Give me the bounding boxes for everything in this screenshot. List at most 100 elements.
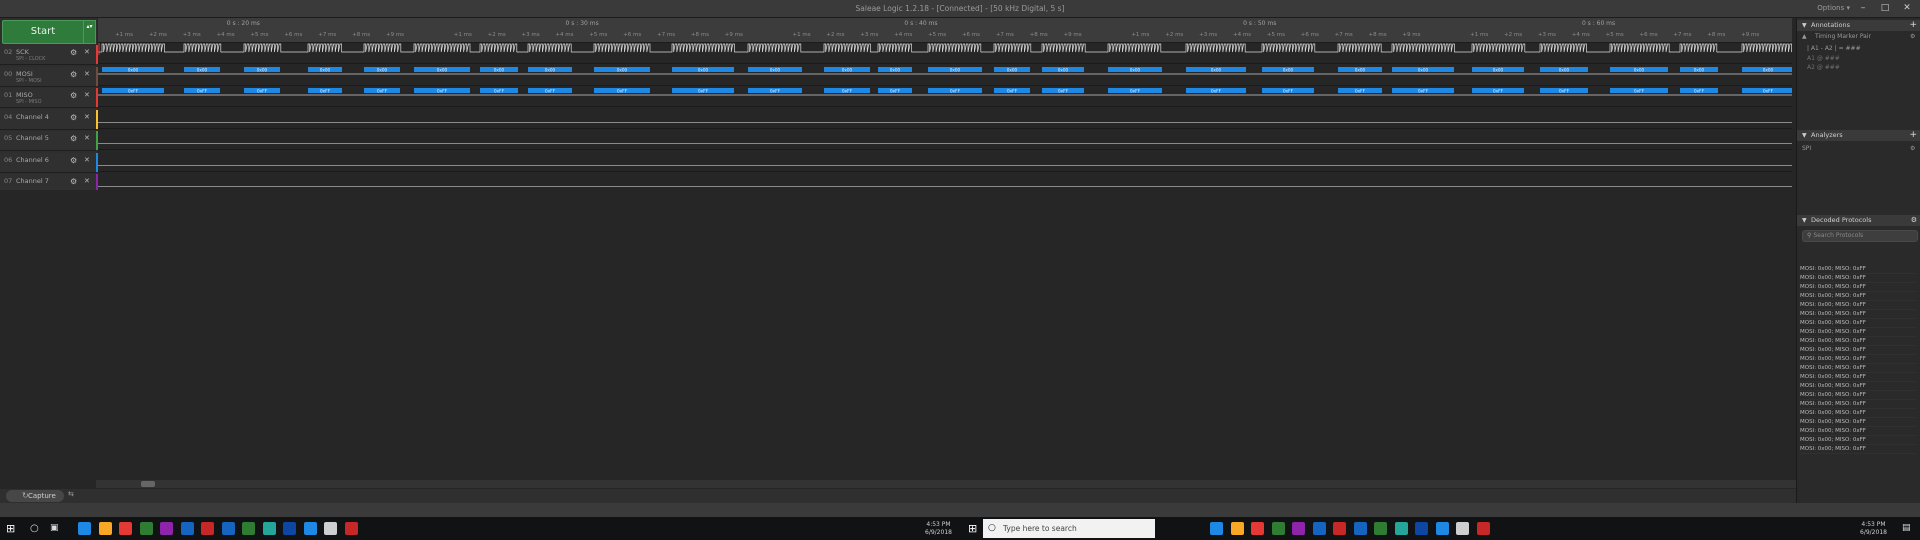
decoded-row[interactable]: MOSI: 0x00; MISO: 0xFF (1800, 418, 1916, 427)
taskbar-app-icon[interactable] (139, 522, 153, 535)
windows-start-icon[interactable]: ⊞ (6, 522, 19, 535)
channel-name[interactable]: Channel 5 (16, 134, 49, 142)
add-annotation-icon[interactable]: + (1909, 20, 1917, 31)
taskbar-app-icon[interactable] (119, 522, 132, 535)
taskbar-app-icon[interactable] (344, 522, 358, 535)
taskbar-app-icon[interactable] (1210, 522, 1223, 535)
decoded-row[interactable]: MOSI: 0x00; MISO: 0xFF (1800, 337, 1916, 346)
taskbar-app-icon[interactable] (262, 522, 276, 535)
decoded-row[interactable]: MOSI: 0x00; MISO: 0xFF (1800, 436, 1916, 445)
taskbar-app-icon[interactable] (98, 522, 112, 535)
decoded-protocols-list[interactable]: MOSI: 0x00; MISO: 0xFF MOSI: 0x00; MISO: … (1800, 265, 1916, 454)
decoded-row[interactable]: MOSI: 0x00; MISO: 0xFF (1800, 274, 1916, 283)
close-icon[interactable]: ✕ (84, 156, 90, 164)
decoded-protocols-header[interactable]: ▼ Decoded Protocols ⚙ (1797, 215, 1920, 226)
search-protocols-input[interactable]: ⚲ Search Protocols (1802, 230, 1918, 242)
taskbar-app-icon[interactable] (160, 522, 173, 535)
channel-row[interactable]: 05 Channel 5 ⚙ ✕ (0, 131, 98, 151)
taskbar-app-icon[interactable] (1271, 522, 1285, 535)
channel-name[interactable]: MISO (16, 91, 33, 99)
add-analyzer-icon[interactable]: + (1909, 130, 1917, 141)
gear-icon[interactable]: ⚙ (70, 48, 77, 57)
decoded-row[interactable]: MOSI: 0x00; MISO: 0xFF (1800, 328, 1916, 337)
horizontal-scrollbar[interactable] (96, 480, 1796, 488)
channel-row[interactable]: 02 SCK SPI - CLOCK ⚙ ✕ (0, 45, 98, 65)
taskbar-app-icon[interactable] (1230, 522, 1244, 535)
taskbar-app-icon[interactable] (1251, 522, 1264, 535)
taskbar-app-icon[interactable] (1435, 522, 1449, 535)
close-icon[interactable]: ✕ (84, 113, 90, 121)
notifications-icon[interactable]: ▤ (1902, 522, 1915, 535)
taskbar-app-icon[interactable] (221, 522, 235, 535)
decoded-row[interactable]: MOSI: 0x00; MISO: 0xFF (1800, 391, 1916, 400)
channel-name[interactable]: Channel 6 (16, 156, 49, 164)
taskbar-app-icon[interactable] (242, 522, 255, 535)
channel-name[interactable]: Channel 4 (16, 113, 49, 121)
decoded-row[interactable]: MOSI: 0x00; MISO: 0xFF (1800, 310, 1916, 319)
minimize-button[interactable]: – (1852, 0, 1874, 17)
waveform-view[interactable]: 0x00 0xFF 0x00 0xFF 0x00 0xFF 0x00 0xFF 0x00 0xFF… (98, 43, 1792, 193)
taskbar-app-icon[interactable] (1476, 522, 1490, 535)
channel-row[interactable]: 04 Channel 4 ⚙ ✕ (0, 109, 98, 130)
analyzer-spi[interactable]: SPI (1802, 145, 1811, 152)
taskbar-app-icon[interactable] (1333, 522, 1346, 535)
close-icon[interactable]: ✕ (84, 70, 90, 78)
close-icon[interactable]: ✕ (84, 177, 90, 185)
decoded-row[interactable]: MOSI: 0x00; MISO: 0xFF (1800, 445, 1916, 454)
taskbar-app-icon[interactable] (1292, 522, 1305, 535)
decoded-row[interactable]: MOSI: 0x00; MISO: 0xFF (1800, 292, 1916, 301)
decoded-row[interactable]: MOSI: 0x00; MISO: 0xFF (1800, 265, 1916, 274)
cortana-icon[interactable]: ○ (30, 522, 43, 535)
gear-icon[interactable]: ⚙ (70, 113, 77, 122)
channel-name[interactable]: Channel 7 (16, 177, 49, 185)
taskbar-app-icon[interactable] (78, 522, 91, 535)
decoded-row[interactable]: MOSI: 0x00; MISO: 0xFF (1800, 346, 1916, 355)
task-view-icon[interactable]: ▣ (50, 522, 63, 535)
taskbar-app-icon[interactable] (1312, 522, 1326, 535)
gear-icon[interactable]: ⚙ (1910, 33, 1915, 40)
start-button[interactable]: Start (2, 20, 84, 44)
new-tab-icon[interactable]: ⇆ (68, 490, 74, 498)
timeline-ruler[interactable]: 0 s : 20 ms +1 ms +2 ms +3 ms +4 ms +5 ms +6 m… (98, 18, 1792, 43)
gear-icon[interactable]: ⚙ (70, 177, 77, 186)
channel-row[interactable]: 01 MISO SPI - MISO ⚙ ✕ (0, 88, 98, 108)
taskbar-app-icon[interactable] (201, 522, 214, 535)
gear-icon[interactable]: ⚙ (70, 134, 77, 143)
gear-icon[interactable]: ⚙ (70, 91, 77, 100)
decoded-row[interactable]: MOSI: 0x00; MISO: 0xFF (1800, 373, 1916, 382)
taskbar-app-icon[interactable] (303, 522, 317, 535)
channel-row[interactable]: 06 Channel 6 ⚙ ✕ (0, 152, 98, 173)
timing-marker-pair[interactable]: Timing Marker Pair (1815, 33, 1871, 40)
decoded-row[interactable]: MOSI: 0x00; MISO: 0xFF (1800, 319, 1916, 328)
decoded-row[interactable]: MOSI: 0x00; MISO: 0xFF (1800, 409, 1916, 418)
gear-icon[interactable]: ⚙ (70, 156, 77, 165)
decoded-row[interactable]: MOSI: 0x00; MISO: 0xFF (1800, 283, 1916, 292)
gear-icon[interactable]: ⚙ (1911, 215, 1917, 226)
start-options-arrow[interactable]: ▴▾ (83, 20, 96, 44)
maximize-button[interactable]: □ (1874, 0, 1896, 17)
taskbar-app-icon[interactable] (324, 522, 337, 535)
taskbar-app-icon[interactable] (180, 522, 194, 535)
taskbar-search-input[interactable]: ○ Type here to search (983, 519, 1155, 538)
scrollbar-thumb[interactable] (141, 481, 155, 487)
channel-row[interactable]: 00 MOSI SPI - MOSI ⚙ ✕ (0, 66, 98, 87)
gear-icon[interactable]: ⚙ (70, 70, 77, 79)
taskbar-app-icon[interactable] (283, 522, 296, 535)
tab-capture[interactable]: ↻ Capture (6, 490, 64, 502)
close-icon[interactable]: ✕ (84, 91, 90, 99)
gear-icon[interactable]: ⚙ (1910, 145, 1915, 152)
decoded-row[interactable]: MOSI: 0x00; MISO: 0xFF (1800, 301, 1916, 310)
decoded-row[interactable]: MOSI: 0x00; MISO: 0xFF (1800, 355, 1916, 364)
taskbar-app-icon[interactable] (1415, 522, 1428, 535)
taskbar-app-icon[interactable] (1374, 522, 1387, 535)
analyzers-header[interactable]: ▼ Analyzers + (1797, 130, 1920, 141)
channel-name[interactable]: MOSI (16, 70, 33, 78)
decoded-row[interactable]: MOSI: 0x00; MISO: 0xFF (1800, 427, 1916, 436)
taskbar-clock-left[interactable]: 4:53 PM 6/9/2018 (925, 521, 952, 537)
annotations-header[interactable]: ▼ Annotations + (1797, 20, 1920, 31)
taskbar-app-icon[interactable] (1353, 522, 1367, 535)
options-menu[interactable]: Options ▾ (1817, 4, 1850, 12)
decoded-row[interactable]: MOSI: 0x00; MISO: 0xFF (1800, 364, 1916, 373)
taskbar-app-icon[interactable] (1394, 522, 1408, 535)
decoded-row[interactable]: MOSI: 0x00; MISO: 0xFF (1800, 400, 1916, 409)
